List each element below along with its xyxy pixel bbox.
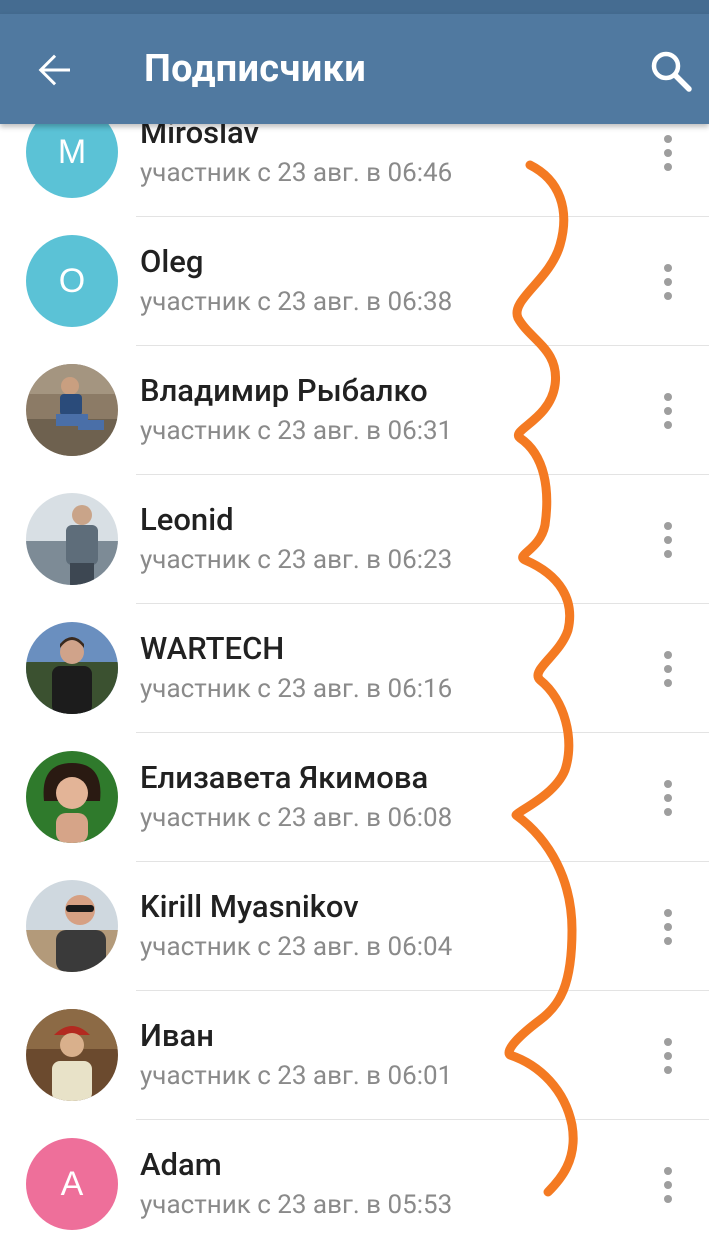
member-name: Иван (140, 1017, 214, 1054)
avatar: O (26, 235, 118, 327)
avatar-initial: A (60, 1164, 84, 1203)
more-button[interactable] (648, 259, 688, 305)
member-joined: участник с 23 авг. в 06:08 (140, 803, 453, 833)
more-button[interactable] (648, 775, 688, 821)
more-button[interactable] (648, 517, 688, 563)
more-button[interactable] (648, 388, 688, 434)
list-item[interactable]: A Adam участник с 23 авг. в 05:53 (0, 1120, 709, 1244)
member-joined: участник с 23 авг. в 06:38 (140, 287, 453, 317)
avatar: A (26, 1138, 118, 1230)
list-item[interactable]: Leonid участник с 23 авг. в 06:23 (0, 475, 709, 604)
photo-avatar (26, 880, 118, 972)
more-vert-icon (664, 780, 672, 816)
more-vert-icon (664, 909, 672, 945)
search-icon (651, 51, 692, 92)
photo-avatar (26, 751, 118, 843)
more-button[interactable] (648, 130, 688, 176)
avatar (26, 1009, 118, 1101)
member-joined: участник с 23 авг. в 06:04 (140, 932, 453, 962)
avatar (26, 493, 118, 585)
member-joined: участник с 23 авг. в 06:31 (140, 416, 453, 446)
more-button[interactable] (648, 1033, 688, 1079)
member-joined: участник с 23 авг. в 06:16 (140, 674, 453, 704)
list-item[interactable]: Владимир Рыбалко участник с 23 авг. в 06… (0, 346, 709, 475)
photo-avatar (26, 364, 118, 456)
member-joined: участник с 23 авг. в 06:01 (140, 1061, 453, 1091)
more-button[interactable] (648, 646, 688, 692)
avatar (26, 622, 118, 714)
avatar-initial: O (58, 261, 86, 300)
more-vert-icon (664, 1038, 672, 1074)
more-vert-icon (664, 522, 672, 558)
more-vert-icon (664, 393, 672, 429)
photo-avatar (26, 1009, 118, 1101)
app-bar: Подписчики (0, 14, 709, 124)
member-name: Leonid (140, 501, 234, 538)
list-item[interactable]: Иван участник с 23 авг. в 06:01 (0, 991, 709, 1120)
subscriber-list: M Miroslav участник с 23 авг. в 06:46 O … (0, 0, 709, 1244)
member-name: Adam (140, 1146, 222, 1183)
member-name: Владимир Рыбалко (140, 372, 428, 409)
avatar-initial: M (57, 132, 87, 171)
more-vert-icon (664, 264, 672, 300)
more-vert-icon (664, 135, 672, 171)
back-button[interactable] (30, 46, 78, 94)
list-item[interactable]: Елизавета Якимова участник с 23 авг. в 0… (0, 733, 709, 862)
member-name: WARTECH (140, 630, 285, 667)
member-name: Kirill Myasnikov (140, 888, 359, 925)
arrow-back-icon (38, 54, 70, 86)
member-name: Елизавета Якимова (140, 759, 429, 796)
search-button[interactable] (648, 48, 694, 94)
list-item[interactable]: Kirill Myasnikov участник с 23 авг. в 06… (0, 862, 709, 991)
member-name: Oleg (140, 243, 204, 280)
member-joined: участник с 23 авг. в 06:23 (140, 545, 453, 575)
more-vert-icon (664, 651, 672, 687)
avatar (26, 751, 118, 843)
list-item[interactable]: WARTECH участник с 23 авг. в 06:16 (0, 604, 709, 733)
avatar (26, 880, 118, 972)
more-button[interactable] (648, 1162, 688, 1208)
photo-avatar (26, 493, 118, 585)
more-vert-icon (664, 1167, 672, 1203)
avatar (26, 364, 118, 456)
page-title: Подписчики (144, 47, 367, 91)
photo-avatar (26, 622, 118, 714)
more-button[interactable] (648, 904, 688, 950)
list-item[interactable]: O Oleg участник с 23 авг. в 06:38 (0, 217, 709, 346)
member-joined: участник с 23 авг. в 05:53 (140, 1190, 453, 1220)
member-joined: участник с 23 авг. в 06:46 (140, 158, 453, 188)
